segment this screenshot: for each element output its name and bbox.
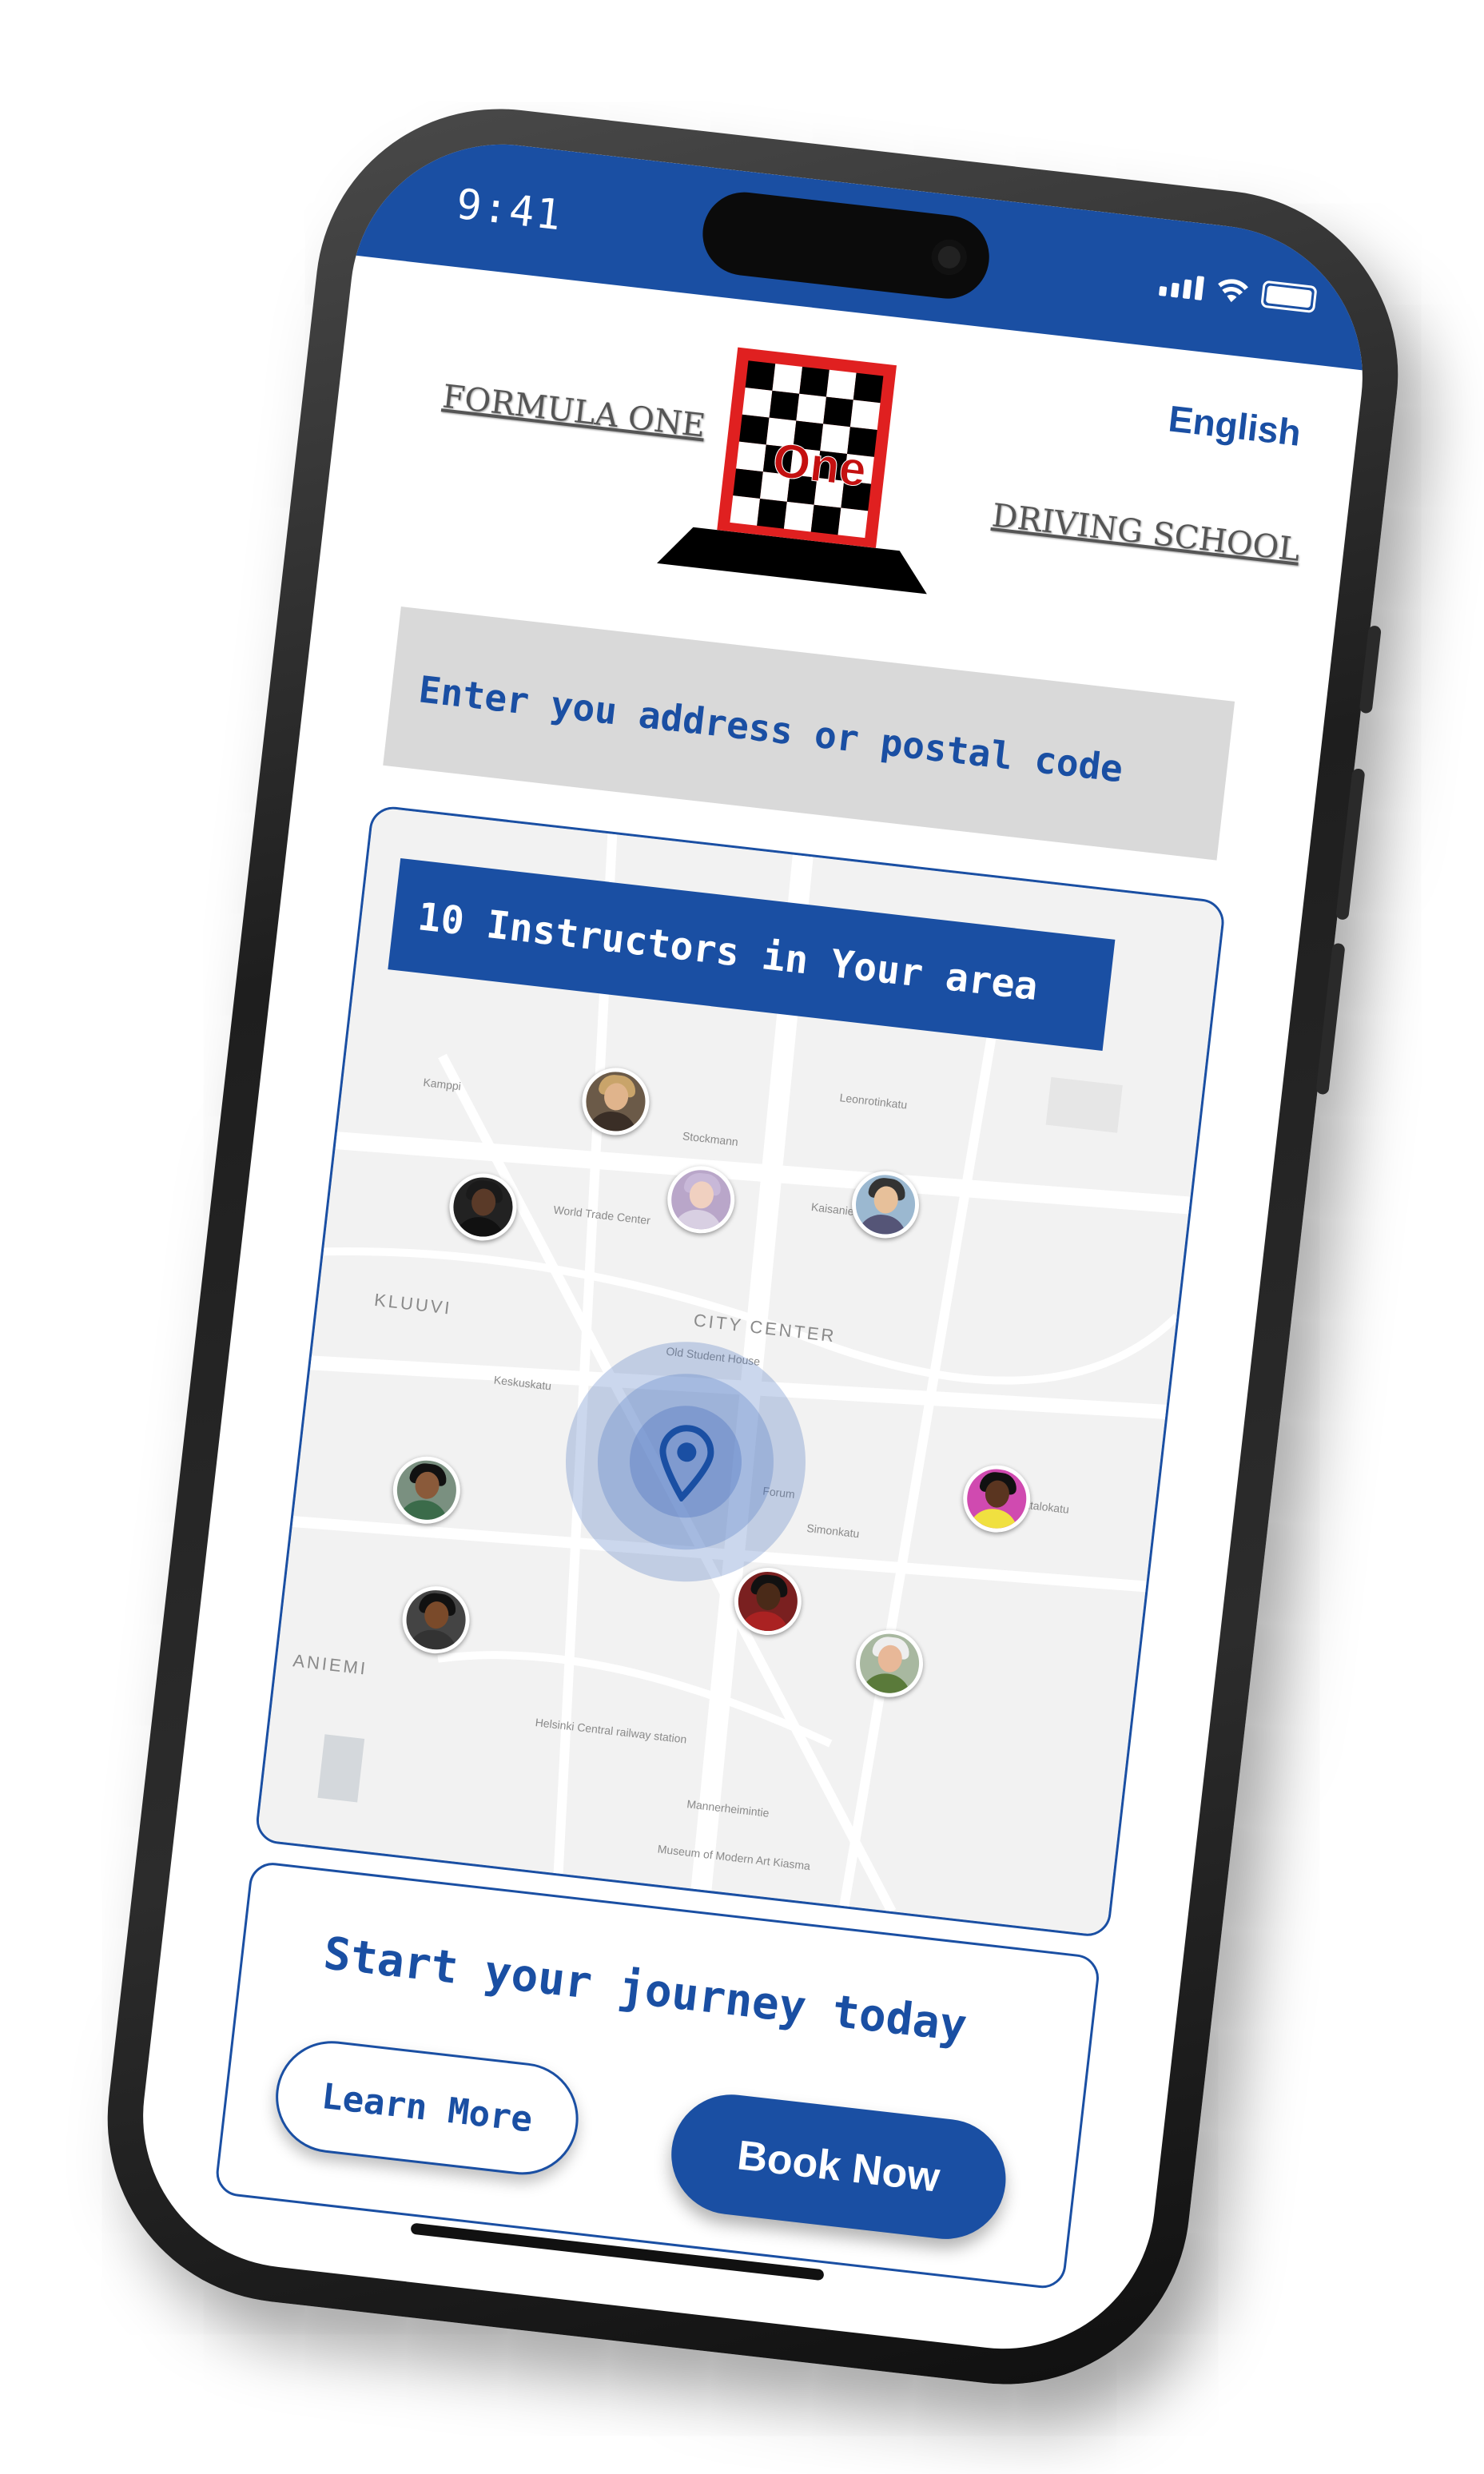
- logo-checker-square: [730, 495, 761, 526]
- language-selector[interactable]: English: [1167, 396, 1303, 454]
- logo-checker-square: [849, 400, 881, 431]
- logo-checker-square: [837, 507, 869, 539]
- logo-checker-square: [826, 369, 857, 400]
- logo-checker-square: [772, 364, 803, 394]
- cta-title: Start your journey today: [320, 1927, 970, 2053]
- logo-checker-square: [799, 366, 830, 397]
- logo-checker-square: [810, 504, 841, 535]
- wifi-icon: [1218, 279, 1248, 303]
- logo-checker-square: [738, 414, 770, 445]
- logo-checker-square: [823, 396, 853, 428]
- logo-checker-square: [742, 388, 773, 418]
- school-logo: One: [657, 347, 927, 595]
- battery-icon: [1260, 280, 1318, 314]
- signal-icon: [1158, 272, 1205, 300]
- logo-checker-square: [736, 441, 766, 472]
- location-pin-icon: [659, 1425, 714, 1503]
- logo-checker-square: [783, 501, 814, 532]
- status-icons: [1158, 268, 1318, 314]
- user-location-marker: [552, 1329, 818, 1595]
- clock: 9:41: [453, 180, 566, 241]
- cta-panel: Start your journey today Learn More Book…: [213, 1859, 1102, 2291]
- phone-mockup: 9:41 FORMULA ONE One DRIVING SCHOOL Engl…: [88, 89, 1418, 2404]
- logo-checker-square: [757, 499, 787, 529]
- logo-checker-square: [769, 390, 800, 421]
- dynamic-island: [698, 188, 994, 304]
- learn-more-button[interactable]: Learn More: [269, 2034, 585, 2181]
- logo-text: One: [770, 433, 869, 497]
- book-now-button[interactable]: Book Now: [665, 2088, 1013, 2245]
- camera-icon: [929, 237, 969, 277]
- brand-name-right: DRIVING SCHOOL: [989, 497, 1303, 569]
- logo-checker-square: [745, 360, 776, 391]
- instructor-map[interactable]: KLUUVI CITY CENTER ANIEMI Leonrotinkatu …: [253, 804, 1227, 1939]
- logo-checker-square: [853, 372, 884, 404]
- logo-checker-square: [796, 393, 826, 424]
- logo-checker-square: [733, 468, 763, 499]
